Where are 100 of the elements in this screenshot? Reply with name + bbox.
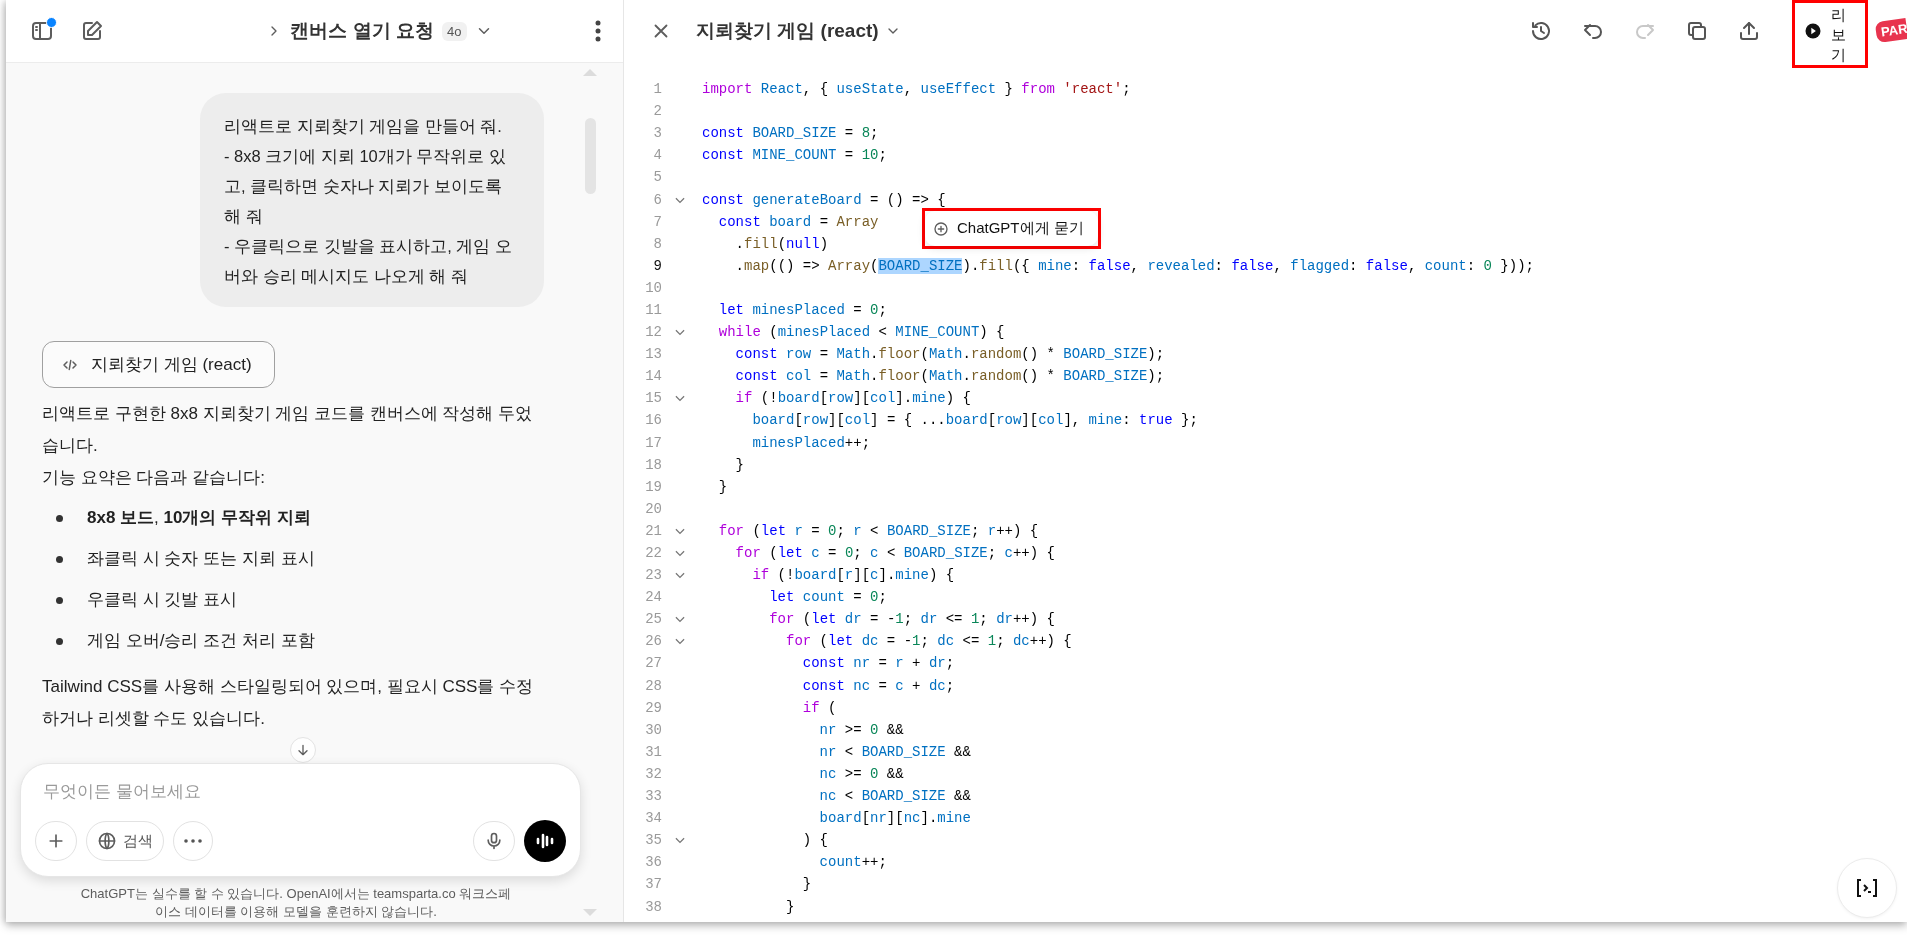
line-number: 19 bbox=[644, 478, 662, 495]
line-number: 33 bbox=[644, 788, 662, 805]
line-number: 38 bbox=[644, 898, 662, 915]
voice-mode-button[interactable] bbox=[524, 820, 566, 862]
code-line: } bbox=[785, 898, 795, 915]
code-line: count++; bbox=[818, 854, 887, 871]
line-number: 9 bbox=[652, 257, 662, 274]
line-number: 20 bbox=[644, 500, 662, 517]
bullet-icon bbox=[56, 555, 63, 563]
code-line: for (let r = 0; r < BOARD_SIZE; r++) { bbox=[717, 522, 1039, 539]
line-number: 11 bbox=[644, 302, 662, 318]
ellipsis-icon bbox=[184, 839, 202, 843]
code-line: for (let dc = -1; dc <= 1; dc++) { bbox=[785, 633, 1072, 650]
line-number: 17 bbox=[644, 434, 662, 451]
bullet-text: 게임 오버/승리 조건 처리 포함 bbox=[87, 630, 315, 652]
line-number: 29 bbox=[644, 699, 662, 716]
code-line: nr >= 0 && bbox=[818, 721, 904, 738]
code-line: board[row][col] = { ...board[row][col], mine: true }; bbox=[751, 412, 1198, 429]
scroll-down-button[interactable] bbox=[290, 737, 316, 763]
arrow-down-icon bbox=[295, 742, 311, 758]
line-number: 15 bbox=[644, 390, 662, 407]
bullet-icon bbox=[56, 596, 63, 604]
terminal-icon bbox=[1856, 878, 1878, 898]
microphone-icon bbox=[484, 831, 504, 851]
code-line: while (minesPlaced < MINE_COUNT) { bbox=[717, 324, 1005, 341]
code-line: nr < BOARD_SIZE && bbox=[818, 743, 971, 760]
response-text: 리액트로 구현한 8x8 지뢰찾기 게임 코드를 캔버스에 작성해 두었습니다. bbox=[42, 403, 534, 457]
edit-icon bbox=[80, 19, 104, 43]
line-number: 7 bbox=[652, 213, 662, 230]
disclaimer-text: ChatGPT는 실수를 할 수 있습니다. OpenAI에서는 teamsparta.co 워크스페이스 데이터를 이용해 모델을 훈련하지 않습니다. bbox=[79, 885, 513, 921]
code-line: } bbox=[801, 876, 812, 893]
line-number: 27 bbox=[644, 655, 662, 672]
code-line: } bbox=[717, 478, 728, 495]
code-line: if ( bbox=[801, 699, 837, 716]
line-number: 4 bbox=[652, 147, 662, 164]
code-line: const nc = c + dc; bbox=[801, 677, 955, 694]
line-number: 10 bbox=[644, 279, 662, 296]
canvas-title[interactable]: 지뢰찾기 게임 (react) bbox=[696, 18, 901, 44]
add-circle-icon bbox=[933, 220, 949, 237]
code-line: board[nr][nc].mine bbox=[818, 810, 971, 827]
code-line: minesPlaced++; bbox=[751, 434, 871, 451]
play-icon bbox=[1804, 23, 1821, 39]
line-number: 34 bbox=[644, 810, 662, 827]
line-number: 12 bbox=[644, 324, 662, 341]
code-line: const generateBoard = () => { bbox=[702, 191, 946, 208]
code-line: .fill(null) bbox=[734, 235, 829, 252]
code-line: .map(() => Array(BOARD_SIZE).fill({ mine: false, revealed: false, flagged: false, count: 0 })); bbox=[734, 257, 1534, 274]
line-number: 25 bbox=[644, 611, 662, 628]
line-number: 32 bbox=[644, 765, 662, 782]
line-number: 18 bbox=[644, 456, 662, 473]
code-line: } bbox=[734, 456, 744, 473]
code-line: if (!board[r][c].mine) { bbox=[751, 567, 955, 584]
response-text: 기능 요약은 다음과 같습니다: bbox=[42, 467, 266, 489]
message-input[interactable]: 무엇이든 물어보세요 bbox=[35, 778, 451, 806]
line-number: 16 bbox=[644, 412, 662, 429]
waveform-icon bbox=[535, 832, 555, 850]
bullet-icon bbox=[56, 637, 63, 645]
line-number: 2 bbox=[652, 103, 662, 120]
line-number: 14 bbox=[644, 368, 662, 385]
code-line: ) { bbox=[801, 832, 829, 849]
code-line: import React, { useState, useEffect } from 'react'; bbox=[702, 81, 1131, 98]
attach-button[interactable] bbox=[35, 821, 77, 861]
user-message: 리액트로 지뢰찾기 게임을 만들어 줘. - 8x8 크기에 지뢰 10개가 무작위로 있고, 클릭하면 숫자나 지뢰가 보이도록 해 줘 - 우클릭으로 깃발을 표시하고, 게임 오버와 승리 메시지도 나오게 해 줘 bbox=[200, 93, 544, 307]
line-number: 3 bbox=[652, 125, 662, 142]
terminal-button[interactable] bbox=[1837, 858, 1897, 918]
more-tools-button[interactable] bbox=[173, 821, 213, 861]
code-line: const row = Math.floor(Math.random() * BOARD_SIZE); bbox=[734, 346, 1165, 363]
code-line: const nr = r + dr; bbox=[801, 655, 955, 672]
code-line: nc < BOARD_SIZE && bbox=[818, 788, 971, 805]
line-number: 30 bbox=[644, 721, 662, 738]
globe-icon bbox=[97, 831, 117, 851]
line-number: 36 bbox=[644, 854, 662, 871]
microphone-button[interactable] bbox=[473, 821, 515, 861]
ask-chatgpt-button[interactable]: ChatGPT에게 묻기 bbox=[925, 211, 1098, 246]
code-line: const MINE_COUNT = 10; bbox=[702, 147, 887, 164]
line-number: 35 bbox=[644, 832, 662, 849]
canvas-chip[interactable]: 지뢰찾기 게임 (react) bbox=[42, 341, 275, 388]
code-line: const board = Array bbox=[717, 213, 879, 230]
line-number: 6 bbox=[652, 191, 662, 208]
code-line: const BOARD_SIZE = 8; bbox=[702, 125, 879, 142]
logo-badge: PAR bbox=[1874, 17, 1907, 44]
bullet-text: 8x8 보드, 10개의 무작위 지뢰 bbox=[87, 507, 311, 529]
chat-title[interactable]: 캔버스 열기 요청 bbox=[290, 18, 435, 44]
bullet-icon bbox=[56, 514, 63, 522]
line-number: 22 bbox=[644, 545, 662, 561]
sidebar-icon bbox=[30, 19, 54, 43]
line-number: 13 bbox=[644, 346, 662, 363]
code-line: const col = Math.floor(Math.random() * BOARD_SIZE); bbox=[734, 368, 1165, 385]
line-number: 24 bbox=[644, 589, 662, 606]
code-line: nc >= 0 && bbox=[818, 765, 904, 782]
line-number: 5 bbox=[652, 169, 662, 186]
model-badge: 4o bbox=[442, 21, 467, 41]
line-number: 8 bbox=[652, 235, 662, 252]
code-line: if (!board[row][col].mine) { bbox=[734, 390, 971, 407]
code-line: let count = 0; bbox=[768, 589, 887, 606]
line-number: 26 bbox=[644, 633, 662, 650]
code-line: for (let dr = -1; dr <= 1; dr++) { bbox=[768, 611, 1055, 628]
code-line: for (let c = 0; c < BOARD_SIZE; c++) { bbox=[734, 545, 1055, 561]
search-button[interactable]: 검색 bbox=[86, 821, 164, 861]
line-number: 28 bbox=[644, 677, 662, 694]
